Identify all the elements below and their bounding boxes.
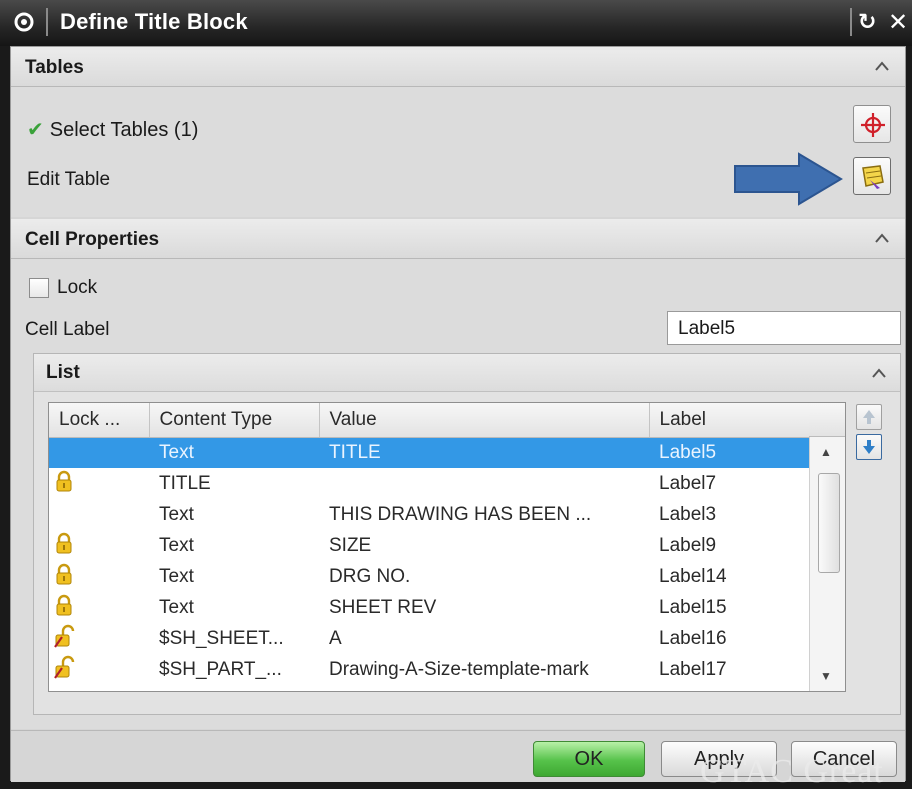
value-cell[interactable]: Drawing-A-Size-template-mark: [319, 654, 649, 685]
content-type-cell[interactable]: $SH_SHEET...: [149, 623, 319, 654]
content-type-cell[interactable]: $SH_PART_...: [149, 654, 319, 685]
edit-table-button[interactable]: [853, 157, 891, 195]
crosshair-icon: [861, 113, 885, 137]
lock-cell[interactable]: [49, 468, 149, 499]
move-up-icon: [863, 410, 875, 424]
table-row[interactable]: Text TITLE Label5: [49, 437, 809, 468]
content-type-cell[interactable]: Text: [149, 437, 319, 468]
move-up-button[interactable]: [856, 404, 882, 430]
edit-table-icon: [862, 165, 884, 189]
lock-checkbox-label: Lock: [57, 277, 98, 298]
value-cell[interactable]: [319, 468, 649, 499]
label-cell[interactable]: Label7: [649, 468, 809, 499]
value-cell[interactable]: A: [319, 623, 649, 654]
lock-cell[interactable]: [49, 623, 149, 654]
title-separator: [850, 8, 852, 36]
value-cell[interactable]: TITLE: [319, 437, 649, 468]
content-type-cell[interactable]: Text: [149, 499, 319, 530]
reset-icon[interactable]: ↻: [858, 9, 876, 35]
value-cell[interactable]: SHEET REV: [319, 592, 649, 623]
cell-properties-section-header[interactable]: Cell Properties: [11, 219, 905, 259]
table-row[interactable]: Text DRG NO. Label14: [49, 561, 809, 592]
label-cell[interactable]: Label14: [649, 561, 809, 592]
lock-cell[interactable]: [49, 592, 149, 623]
annotation-arrow: [734, 152, 843, 206]
title-bar: Define Title Block ↻ ✕: [0, 0, 912, 46]
value-cell[interactable]: SIZE: [319, 530, 649, 561]
unlocked-icon: [54, 655, 75, 679]
ok-button[interactable]: OK: [533, 741, 645, 777]
section-title: Tables: [25, 57, 84, 78]
label-cell[interactable]: Label9: [649, 530, 809, 561]
cell-list-table: Lock ... Content Type Value Label Text TI…: [48, 402, 846, 692]
column-header-content-type[interactable]: Content Type: [149, 403, 320, 438]
lock-checkbox-row[interactable]: Lock: [29, 277, 97, 299]
content-type-cell[interactable]: Text: [149, 530, 319, 561]
lock-cell[interactable]: [49, 437, 149, 468]
select-tables-row: ✔ Select Tables (1): [27, 117, 198, 142]
move-down-button[interactable]: [856, 434, 882, 460]
lock-icon: [56, 563, 72, 584]
section-title: List: [46, 362, 80, 383]
section-title: Cell Properties: [25, 229, 160, 250]
title-separator: [46, 8, 48, 36]
value-cell[interactable]: THIS DRAWING HAS BEEN ...: [319, 499, 649, 530]
table-row[interactable]: $SH_SHEET... A Label16: [49, 623, 809, 654]
label-cell[interactable]: Label15: [649, 592, 809, 623]
lock-cell[interactable]: [49, 530, 149, 561]
lock-cell[interactable]: [49, 654, 149, 685]
column-header-label[interactable]: Label: [649, 403, 810, 438]
scroll-down-icon[interactable]: ▼: [820, 669, 832, 683]
cell-label-input[interactable]: Label5: [667, 311, 901, 345]
chevron-up-icon[interactable]: [873, 59, 891, 73]
define-title-block-dialog: Tables ✔ Select Tables (1) Edit Table Cel…: [10, 46, 906, 782]
watermark: GTAC Great: [700, 753, 884, 789]
content-type-cell[interactable]: Text: [149, 561, 319, 592]
lock-icon: [56, 470, 72, 491]
lock-cell[interactable]: [49, 561, 149, 592]
vertical-scrollbar[interactable]: ▲ ▼: [809, 437, 845, 691]
checkmark-icon: ✔: [27, 119, 44, 141]
column-header-value[interactable]: Value: [319, 403, 650, 438]
lock-checkbox[interactable]: [29, 277, 49, 298]
chevron-up-icon[interactable]: [873, 231, 891, 245]
table-header-row: Lock ... Content Type Value Label: [49, 403, 810, 438]
table-row[interactable]: TITLE Label7: [49, 468, 809, 499]
close-icon[interactable]: ✕: [888, 8, 908, 37]
dialog-title: Define Title Block: [60, 9, 248, 34]
column-header-lock[interactable]: Lock ...: [49, 403, 150, 438]
label-cell[interactable]: Label17: [649, 654, 809, 685]
content-type-cell[interactable]: Text: [149, 592, 319, 623]
select-tables-button[interactable]: [853, 105, 891, 143]
edit-table-label: Edit Table: [27, 169, 111, 190]
chevron-up-icon[interactable]: [870, 366, 888, 380]
table-row[interactable]: Text THIS DRAWING HAS BEEN ... Label3: [49, 499, 809, 530]
table-row[interactable]: Text SHEET REV Label15: [49, 592, 809, 623]
gear-icon[interactable]: [11, 9, 37, 35]
table-row[interactable]: Text SIZE Label9: [49, 530, 809, 561]
label-cell[interactable]: Label3: [649, 499, 809, 530]
move-down-icon: [863, 440, 875, 454]
scroll-thumb[interactable]: [818, 473, 840, 573]
scrollbar-corner: [809, 403, 845, 437]
label-cell[interactable]: Label5: [649, 437, 809, 468]
unlocked-icon: [54, 624, 75, 648]
value-cell[interactable]: DRG NO.: [319, 561, 649, 592]
table-row[interactable]: $SH_PART_... Drawing-A-Size-template-mark…: [49, 654, 809, 685]
lock-icon: [56, 594, 72, 615]
cell-label-label: Cell Label: [25, 319, 110, 340]
tables-section-header[interactable]: Tables: [11, 47, 905, 87]
lock-cell[interactable]: [49, 499, 149, 530]
list-section-header[interactable]: List: [34, 354, 900, 392]
scroll-up-icon[interactable]: ▲: [820, 445, 832, 459]
lock-icon: [56, 532, 72, 553]
list-group: List Lock ... Content Type Value Label T…: [33, 353, 901, 715]
select-tables-label: Select Tables (1): [49, 119, 199, 141]
label-cell[interactable]: Label16: [649, 623, 809, 654]
content-type-cell[interactable]: TITLE: [149, 468, 319, 499]
